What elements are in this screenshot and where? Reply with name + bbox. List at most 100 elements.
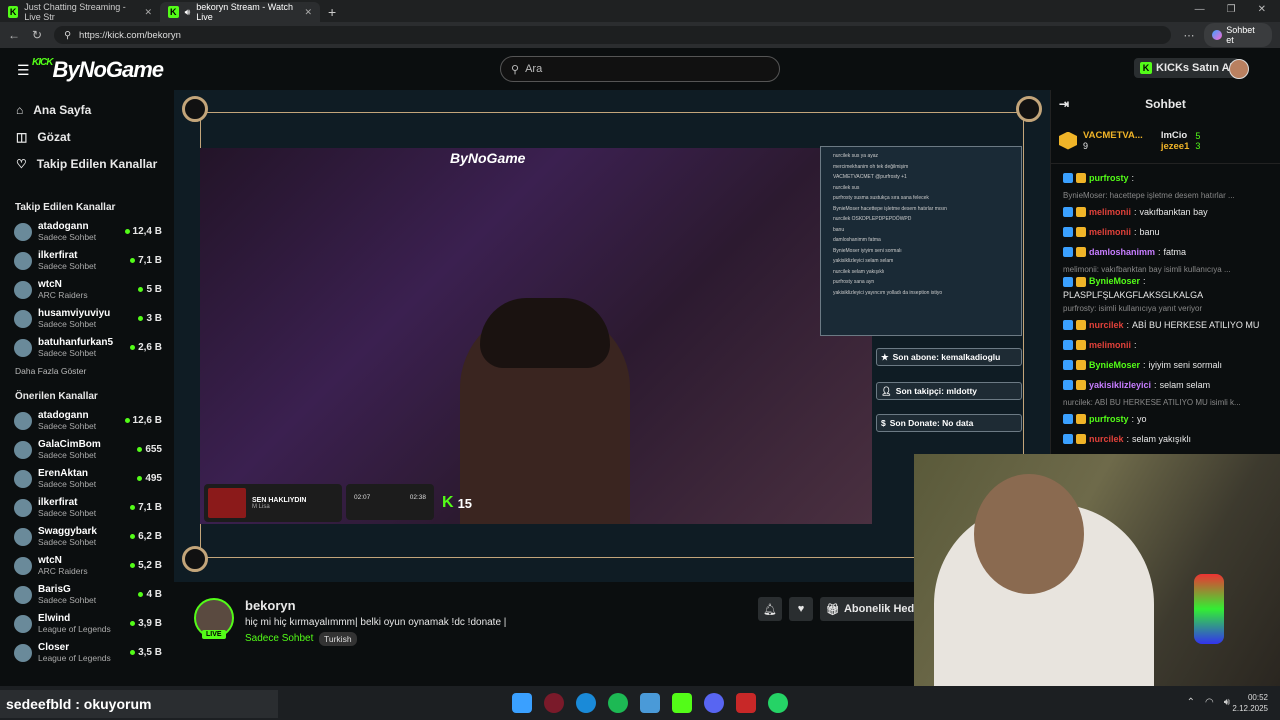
browser-tab-2[interactable]: K 🔊︎ bekoryn Stream - Watch Live ✕ (160, 2, 320, 22)
site-logo[interactable]: KICKByNoGame (32, 57, 164, 83)
collapse-chat-icon[interactable]: ⇥ (1059, 97, 1069, 111)
chat-message[interactable]: BynieMoser: iyiyim seni sormalı (1051, 355, 1280, 375)
chat-username[interactable]: melimonii (1089, 207, 1131, 218)
minimize-icon[interactable]: — (1195, 4, 1205, 15)
chat-username[interactable]: damloshanimm (1089, 247, 1155, 258)
edge-icon[interactable] (576, 693, 596, 713)
nav-browse[interactable]: ◫ Gözat (0, 123, 172, 150)
sidebar-channel-item[interactable]: BarisG Sadece Sohbet 4 B (0, 580, 172, 609)
close-tab-icon[interactable]: ✕ (304, 7, 312, 18)
chat-username[interactable]: yakisiklizleyici (1089, 380, 1151, 391)
show-more-link[interactable]: Daha Fazla Göster (0, 362, 172, 380)
language-tag[interactable]: Turkish (319, 632, 357, 646)
kick-app-icon[interactable] (672, 693, 692, 713)
close-window-icon[interactable]: ✕ (1258, 4, 1266, 15)
chat-username[interactable]: nurcilek (1089, 434, 1124, 445)
obs-icon[interactable] (736, 693, 756, 713)
sidebar-channel-item[interactable]: batuhanfurkan5 Sadece Sohbet 2,6 B (0, 333, 172, 362)
store-icon[interactable] (640, 693, 660, 713)
volume-icon[interactable]: 🔊︎ (1224, 697, 1230, 708)
back-icon[interactable]: ← (8, 28, 20, 42)
sidebar-channel-item[interactable]: ilkerfirat Sadece Sohbet 7,1 B (0, 246, 172, 275)
notification-bell-icon[interactable]: 🔔︎ (758, 597, 782, 621)
user-avatar[interactable] (1229, 59, 1249, 79)
sidebar-channel-item[interactable]: Swaggybark Sadece Sohbet 6,2 B (0, 522, 172, 551)
chat-reply-context[interactable]: melimonii: vakıfbanktan bay isimli kulla… (1051, 262, 1280, 276)
copilot-chat-button[interactable]: Sohbet et (1204, 23, 1272, 47)
buy-kicks-button[interactable]: K KICKs Satın Al (1134, 58, 1239, 78)
channel-category: League of Legends (38, 624, 111, 634)
start-icon[interactable] (512, 693, 532, 713)
url-field[interactable]: ⚲ https://kick.com/bekoryn (54, 26, 1172, 44)
chat-message[interactable]: purfrosty: yo (1051, 409, 1280, 429)
sidebar-channel-item[interactable]: ErenAktan Sadece Sohbet 495 (0, 464, 172, 493)
chat-username[interactable]: purfrosty (1089, 414, 1129, 425)
chat-message[interactable]: purfrosty: (1051, 168, 1280, 188)
sidebar-channel-item[interactable]: husamviyuviyu Sadece Sohbet 3 B (0, 304, 172, 333)
chat-message[interactable]: melimonii: (1051, 335, 1280, 355)
chat-message[interactable]: BynieMoser: PLASPLFŞLAKGFLAKSGLKALGA (1051, 276, 1280, 301)
logo-prefix: KICK (32, 57, 53, 68)
sidebar-channel-item[interactable]: Closer League of Legends 3,5 B (0, 638, 172, 667)
sidebar-channel-item[interactable]: atadogann Sadece Sohbet 12,6 B (0, 406, 172, 435)
overlay-chat-line: VACMETVACMET @purfrosty +1 (833, 174, 907, 180)
new-tab-button[interactable]: + (320, 2, 344, 22)
chat-reply-context[interactable]: purfrosty: isimli kullanıcıya yanıt veri… (1051, 301, 1280, 315)
subscribe-button[interactable]: 🎁︎ Abonelik Hedi (820, 597, 924, 621)
nav-home[interactable]: ⌂ Ana Sayfa (0, 96, 172, 123)
chat-message[interactable]: damloshanimm: fatma (1051, 242, 1280, 262)
channel-avatar (14, 411, 32, 430)
menu-icon[interactable]: ☰ (17, 62, 30, 79)
chat-username[interactable]: purfrosty (1089, 173, 1129, 184)
sidebar-channel-item[interactable]: Elwind League of Legends 3,9 B (0, 609, 172, 638)
song-timer: 02:07 02:38 (346, 484, 434, 520)
chevron-up-icon[interactable]: ⌃ (1187, 697, 1195, 708)
browser-tab-1[interactable]: K Just Chatting Streaming - Live Str ✕ (0, 2, 160, 22)
chat-message[interactable]: melimonii: vakıfbanktan bay (1051, 202, 1280, 222)
chat-message[interactable]: melimonii: banu (1051, 222, 1280, 242)
chat-reply-context[interactable]: nurcilek: ABİ BU HERKESE ATILIYO MU isim… (1051, 395, 1280, 409)
app-icon[interactable] (544, 693, 564, 713)
user-icon: 👤︎ (881, 385, 892, 396)
sidebar-channel-item[interactable]: wtcN ARC Raiders 5 B (0, 275, 172, 304)
sidebar-channel-item[interactable]: wtcN ARC Raiders 5,2 B (0, 551, 172, 580)
gifter-name[interactable]: VACMETVA... (1083, 130, 1143, 141)
discord-icon[interactable] (704, 693, 724, 713)
gifter-name[interactable]: lmCio (1161, 130, 1190, 141)
chat-message[interactable]: yakisiklizleyici: selam selam (1051, 375, 1280, 395)
chat-reply-context[interactable]: BynieMoser: hacettepe işletme desem hatı… (1051, 188, 1280, 202)
stream-title: hiç mi hiç kırmayalımmm| belki oyun oyna… (245, 617, 507, 628)
speaker-icon[interactable]: 🔊︎ (185, 7, 191, 18)
maximize-icon[interactable]: ❐ (1227, 4, 1236, 15)
chat-username[interactable]: melimonii (1089, 340, 1131, 351)
gifter-name[interactable]: jezee1 (1161, 141, 1190, 152)
site-info-icon[interactable]: ⚲ (64, 30, 71, 41)
whatsapp-icon[interactable] (768, 693, 788, 713)
nav-following[interactable]: ♡ Takip Edilen Kanallar (0, 150, 172, 177)
menu-dots-icon[interactable]: ⋯ (1183, 29, 1194, 42)
viewer-count: 3 B (138, 313, 162, 324)
sidebar-channel-item[interactable]: GalaCimBom Sadece Sohbet 655 (0, 435, 172, 464)
chat-colon: : (1131, 172, 1135, 183)
refresh-icon[interactable]: ↻ (32, 28, 42, 42)
chat-username[interactable]: nurcilek (1089, 320, 1124, 331)
channel-avatar (14, 222, 32, 241)
close-tab-icon[interactable]: ✕ (144, 7, 152, 18)
chat-message[interactable]: nurcilek: ABİ BU HERKESE ATILIYO MU (1051, 315, 1280, 335)
stream-category[interactable]: Sadece Sohbet (245, 633, 313, 644)
spotify-icon[interactable] (608, 693, 628, 713)
wifi-icon[interactable]: ◠ (1205, 697, 1214, 708)
system-clock[interactable]: 00:52 2.12.2025 (1232, 692, 1268, 714)
chat-username[interactable]: melimonii (1089, 227, 1131, 238)
chat-message[interactable]: nurcilek: selam yakışıklı (1051, 429, 1280, 449)
search-input[interactable]: Ara (525, 63, 542, 75)
sidebar-channel-item[interactable]: atadogann Sadece Sohbet 12,4 B (0, 217, 172, 246)
kick-favicon-icon: K (8, 6, 19, 18)
follow-heart-icon[interactable]: ♥ (789, 597, 813, 621)
chat-username[interactable]: BynieMoser (1089, 276, 1140, 287)
channel-avatar (14, 251, 32, 270)
chat-username[interactable]: BynieMoser (1089, 360, 1140, 371)
sidebar-channel-item[interactable]: ilkerfirat Sadece Sohbet 7,1 B (0, 493, 172, 522)
search-bar[interactable]: ⚲ Ara (500, 56, 780, 82)
channel-name[interactable]: bekoryn (245, 598, 296, 613)
